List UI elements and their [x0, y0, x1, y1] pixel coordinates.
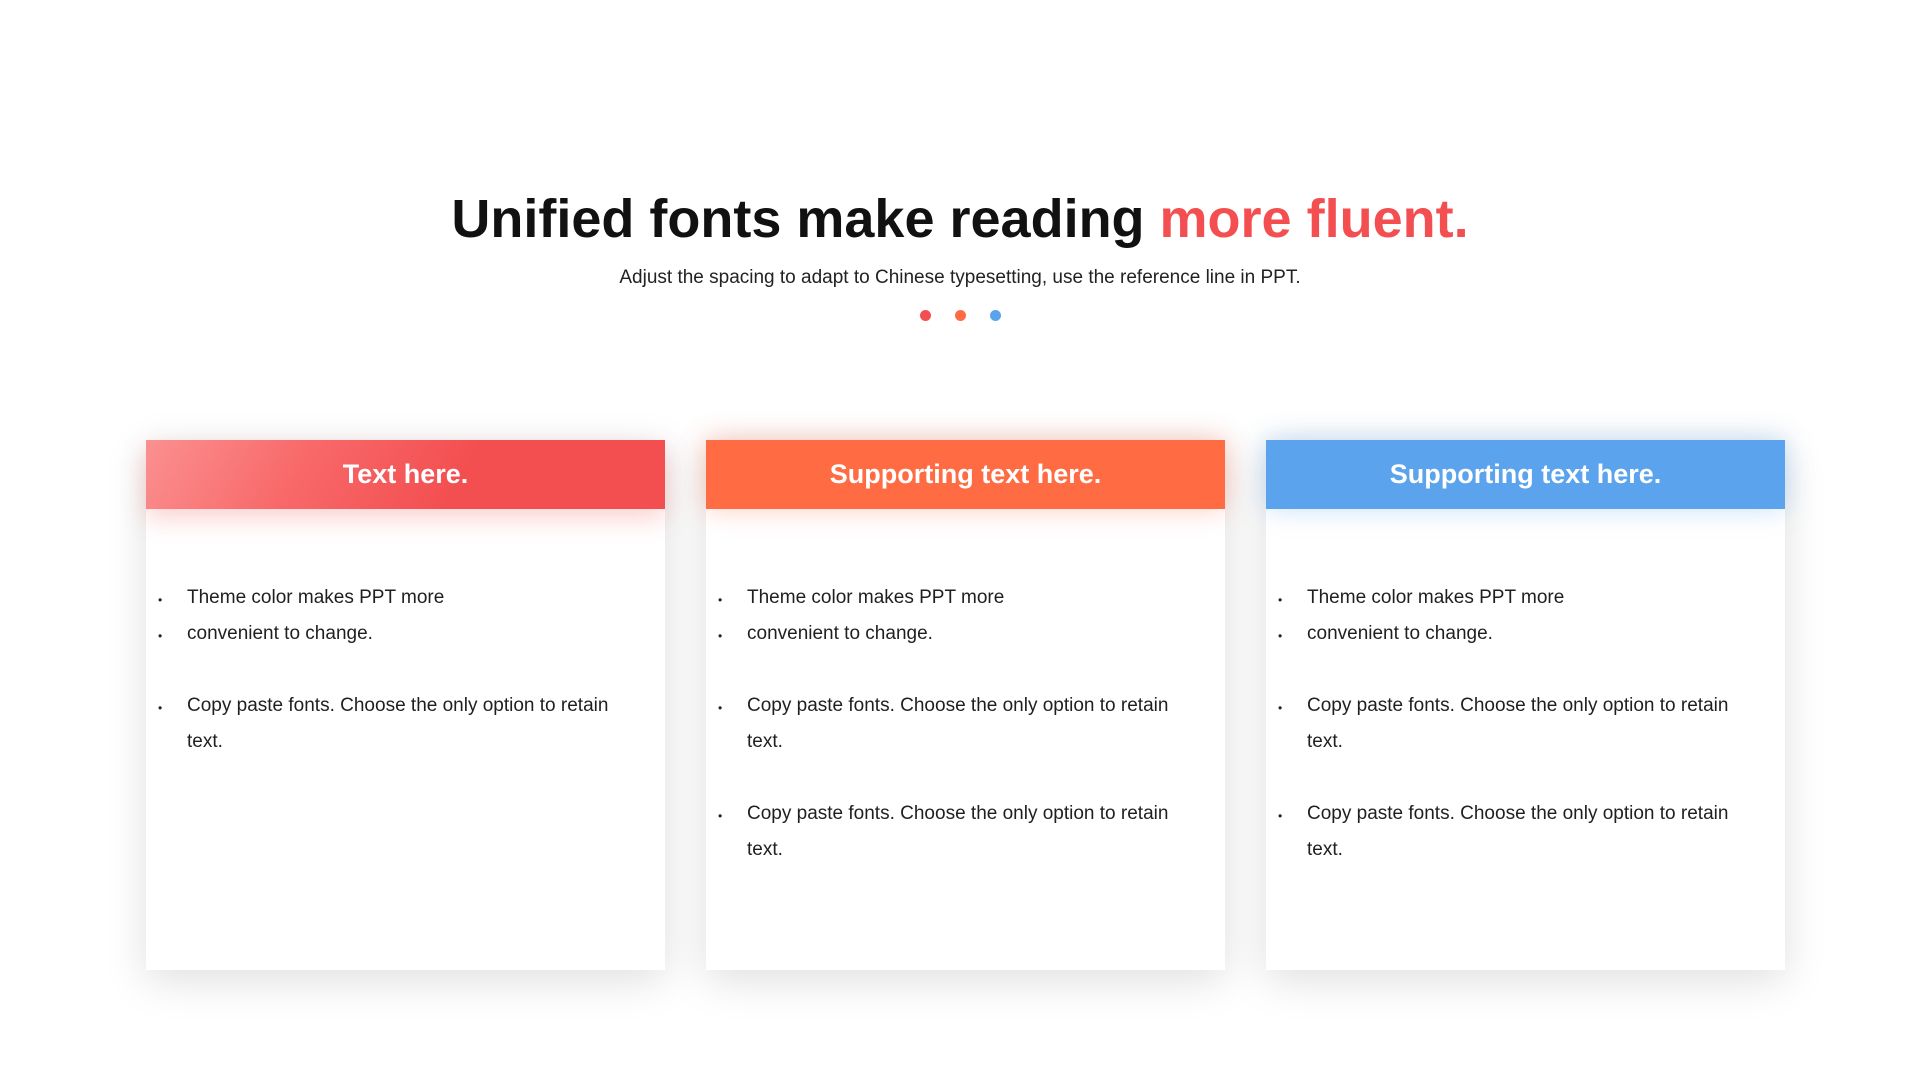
title-accent: more fluent.	[1159, 189, 1469, 249]
card-supporting-text-1: Supporting text here. Theme color makes …	[706, 440, 1225, 970]
page-subtitle: Adjust the spacing to adapt to Chinese t…	[619, 267, 1301, 288]
bullet-item: Copy paste fonts. Choose the only option…	[1266, 796, 1785, 868]
bullet-item: Theme color makes PPT more	[706, 580, 1225, 620]
bullet-item: convenient to change.	[706, 616, 1225, 656]
card-text-here: Text here. Theme color makes PPT more co…	[146, 440, 665, 970]
bullet-list: Theme color makes PPT more convenient to…	[1266, 580, 1785, 868]
bullet-list: Theme color makes PPT more convenient to…	[706, 580, 1225, 868]
card-supporting-text-2: Supporting text here. Theme color makes …	[1266, 440, 1785, 970]
bullet-item: Theme color makes PPT more	[146, 580, 665, 620]
slide: Unified fonts make reading more fluent. …	[0, 0, 1920, 1080]
bullet-item: convenient to change.	[1266, 616, 1785, 656]
card-header: Text here.	[146, 440, 665, 509]
blue-dot-icon	[989, 310, 1001, 321]
card-header: Supporting text here.	[1266, 440, 1785, 509]
bullet-item: Copy paste fonts. Choose the only option…	[706, 688, 1225, 760]
red-dot-icon	[919, 310, 931, 321]
orange-dot-icon	[954, 310, 966, 321]
bullet-item: Copy paste fonts. Choose the only option…	[1266, 688, 1785, 760]
bullet-item: Copy paste fonts. Choose the only option…	[706, 796, 1225, 868]
card-header: Supporting text here.	[706, 440, 1225, 509]
title-main: Unified fonts make reading	[451, 189, 1160, 249]
bullet-item: Copy paste fonts. Choose the only option…	[146, 688, 665, 760]
bullet-item: convenient to change.	[146, 616, 665, 656]
decorative-dots	[0, 310, 1920, 321]
bullet-list: Theme color makes PPT more convenient to…	[146, 580, 665, 760]
page-title: Unified fonts make reading more fluent.	[0, 183, 1920, 255]
bullet-item: Theme color makes PPT more	[1266, 580, 1785, 620]
